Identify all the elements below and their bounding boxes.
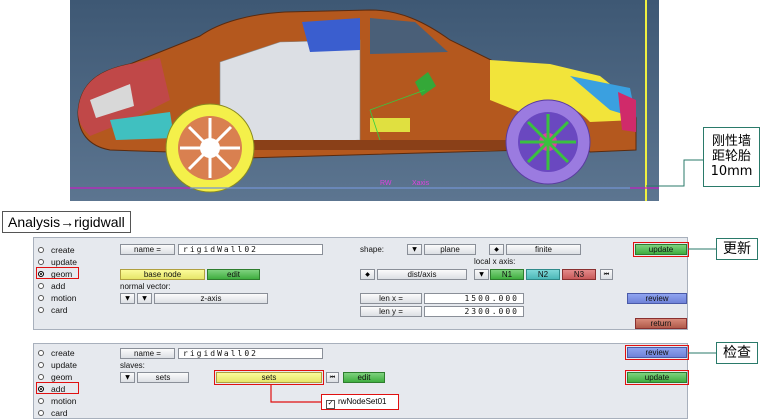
chevron-down-icon: ▼ <box>412 246 417 253</box>
dist-axis-toggle[interactable]: ◆ <box>360 269 375 280</box>
callout-check: 检查 <box>716 342 758 364</box>
sets-type-button[interactable]: sets <box>137 372 189 383</box>
name-label-button[interactable]: name = <box>120 348 175 359</box>
car-model-graphic <box>70 0 659 201</box>
local-x-axis-label: local x axis: <box>474 257 516 266</box>
radio-indicator <box>38 362 44 368</box>
toggle-icon: ◆ <box>365 271 370 278</box>
highlight-update-2 <box>625 370 689 385</box>
highlight-geom <box>36 267 79 279</box>
slaves-label: slaves: <box>120 361 145 370</box>
name-field[interactable]: rigidWall02 <box>178 348 323 359</box>
highlight-review <box>625 345 689 360</box>
callout-update: 更新 <box>716 238 758 260</box>
checkbox-checked-icon: ✓ <box>326 400 335 409</box>
callout-connector-check <box>688 352 718 354</box>
radio-indicator <box>38 410 44 416</box>
len-y-label-button[interactable]: len y = <box>360 306 422 317</box>
radio-label: create <box>51 245 75 255</box>
toggle-icon: ◆ <box>494 246 499 253</box>
radio-create[interactable]: create <box>38 347 77 359</box>
radio-label: update <box>51 360 77 370</box>
rigidwall-geom-panel: create update geom add motion card name … <box>33 237 689 330</box>
radio-indicator <box>38 283 44 289</box>
base-node-button[interactable]: base node <box>120 269 205 280</box>
return-button[interactable]: return <box>635 318 687 329</box>
vector-dropdown-1[interactable]: ▼ <box>120 293 135 304</box>
radio-label: geom <box>51 372 73 382</box>
edit-button[interactable]: edit <box>207 269 260 280</box>
n1-button[interactable]: N1 <box>490 269 524 280</box>
radio-create[interactable]: create <box>38 244 77 256</box>
radio-indicator <box>38 398 44 404</box>
callout-connector-tire <box>646 159 704 187</box>
callout-tire-line-3: 10mm <box>710 164 753 179</box>
rw-label: RW <box>380 180 392 187</box>
radio-label: motion <box>51 293 77 303</box>
radio-update[interactable]: update <box>38 359 77 371</box>
chevron-down-icon: ▼ <box>479 271 484 278</box>
callout-connector-update <box>688 248 718 250</box>
chevron-down-icon: ▼ <box>125 295 130 302</box>
n2-button[interactable]: N2 <box>526 269 560 280</box>
finite-toggle[interactable]: ◆ <box>489 244 504 255</box>
z-axis-button[interactable]: z-axis <box>154 293 268 304</box>
finite-button[interactable]: finite <box>506 244 581 255</box>
dist-axis-button[interactable]: dist/axis <box>377 269 467 280</box>
callout-tire-distance: 刚性墙 距轮胎 10mm <box>703 127 760 187</box>
reset-nodes-button[interactable]: ⏮ <box>600 269 613 280</box>
plane-button[interactable]: plane <box>424 244 476 255</box>
local-axis-dropdown[interactable]: ▼ <box>474 269 489 280</box>
callout-tire-line-1: 刚性墙 <box>711 134 751 149</box>
highlight-sets <box>214 370 324 385</box>
name-label-button[interactable]: name = <box>120 244 175 255</box>
radio-indicator <box>38 374 44 380</box>
skip-back-icon: ⏮ <box>603 271 610 278</box>
radio-indicator <box>38 259 44 265</box>
review-button[interactable]: review <box>627 293 687 304</box>
mode-radio-group: create update geom add motion card <box>38 244 77 316</box>
shape-dropdown[interactable]: ▼ <box>407 244 422 255</box>
radio-motion[interactable]: motion <box>38 292 77 304</box>
radio-label: motion <box>51 396 77 406</box>
radio-card[interactable]: card <box>38 407 77 419</box>
highlight-add <box>36 382 79 394</box>
radio-label: create <box>51 348 75 358</box>
radio-indicator <box>38 247 44 253</box>
highlight-update <box>633 242 689 257</box>
radio-label: update <box>51 257 77 267</box>
sets-connector <box>270 384 323 403</box>
len-x-field[interactable]: 1500.000 <box>424 293 524 304</box>
radio-add[interactable]: add <box>38 280 77 292</box>
slaves-dropdown[interactable]: ▼ <box>120 372 135 383</box>
reset-sets-button[interactable]: ⏮ <box>326 372 339 383</box>
radio-indicator <box>38 295 44 301</box>
edit-button[interactable]: edit <box>343 372 385 383</box>
len-x-label-button[interactable]: len x = <box>360 293 422 304</box>
node-set-label: rwNodeSet01 <box>338 397 387 406</box>
radio-indicator <box>38 307 44 313</box>
model-viewport[interactable]: RW Xaxis <box>70 0 659 201</box>
vector-dropdown-2[interactable]: ▼ <box>137 293 152 304</box>
radio-label: add <box>51 281 66 291</box>
chevron-down-icon: ▼ <box>142 295 147 302</box>
menu-path-label: Analysis→rigidwall <box>2 211 131 233</box>
normal-vector-label: normal vector: <box>120 282 171 291</box>
len-y-field[interactable]: 2300.000 <box>424 306 524 317</box>
node-set-dropdown-item[interactable]: ✓ rwNodeSet01 <box>321 394 399 410</box>
radio-motion[interactable]: motion <box>38 395 77 407</box>
n3-button[interactable]: N3 <box>562 269 596 280</box>
radio-indicator <box>38 350 44 356</box>
radio-label: card <box>51 305 68 315</box>
radio-label: card <box>51 408 68 418</box>
xaxis-label: Xaxis <box>412 180 430 187</box>
skip-back-icon: ⏮ <box>329 374 336 381</box>
name-field[interactable]: rigidWall02 <box>178 244 323 255</box>
chevron-down-icon: ▼ <box>125 374 130 381</box>
radio-card[interactable]: card <box>38 304 77 316</box>
shape-label: shape: <box>360 245 385 254</box>
callout-tire-line-2: 距轮胎 <box>711 149 751 164</box>
